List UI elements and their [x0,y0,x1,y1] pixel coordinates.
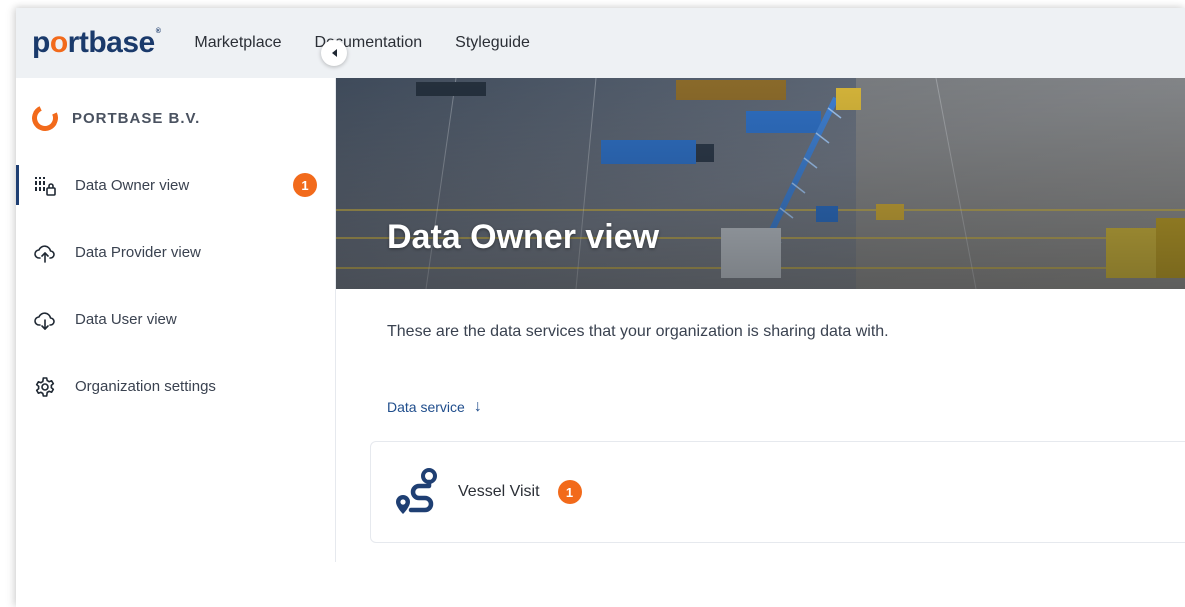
sort-by-data-service[interactable]: Data service ↓ [387,398,482,416]
organization-name: PORTBASE B.V. [72,109,201,127]
portbase-logo[interactable]: p o rtbase ® [32,26,161,59]
intro-text: These are the data services that your or… [387,323,889,340]
sidebar-item-data-owner-view[interactable]: Data Owner view 1 [16,152,335,219]
sidebar-item-data-user-view[interactable]: Data User view [16,286,335,353]
service-card-vessel-visit[interactable]: Vessel Visit 1 [370,441,1185,543]
chevron-left-icon [331,49,337,57]
logo-text: rtbase [67,26,156,59]
main-nav: Marketplace Documentation Styleguide [194,34,563,52]
portbase-mark-icon [28,101,62,135]
cloud-download-icon [34,309,56,331]
service-name: Vessel Visit [458,483,540,500]
page-title: Data Owner view [387,218,660,256]
route-icon [391,467,441,517]
logo-text: p [32,26,50,59]
data-owner-icon [34,175,56,197]
sidebar: PORTBASE B.V. Data Owner view 1 Data Pro… [16,78,336,562]
sidebar-item-label: Organization settings [75,378,216,395]
sidebar-item-label: Data User view [75,311,177,328]
organization-header: PORTBASE B.V. [16,97,335,139]
logo-registered-mark: ® [155,28,161,35]
sort-arrow-down-icon: ↓ [473,398,482,415]
sidebar-collapse-button[interactable] [321,40,347,66]
sidebar-menu: Data Owner view 1 Data Provider view Dat… [16,152,335,420]
sidebar-item-data-provider-view[interactable]: Data Provider view [16,219,335,286]
logo-text-o: o [49,26,68,59]
sort-label: Data service [387,399,465,415]
hero-banner: Data Owner view [336,78,1185,289]
nav-styleguide[interactable]: Styleguide [455,34,530,52]
sidebar-item-label: Data Provider view [75,244,201,261]
notification-badge: 1 [293,173,317,197]
sidebar-item-organization-settings[interactable]: Organization settings [16,353,335,420]
cloud-upload-icon [34,242,56,264]
gear-icon [34,376,56,398]
app-window: p o rtbase ® Marketplace Documentation Styl… [16,8,1185,607]
notification-badge: 1 [557,480,582,504]
sidebar-item-label: Data Owner view [75,177,190,194]
nav-marketplace[interactable]: Marketplace [194,34,281,52]
top-navigation-bar: p o rtbase ® Marketplace Documentation Styl… [16,8,1185,78]
hero-port-image [336,78,1185,289]
